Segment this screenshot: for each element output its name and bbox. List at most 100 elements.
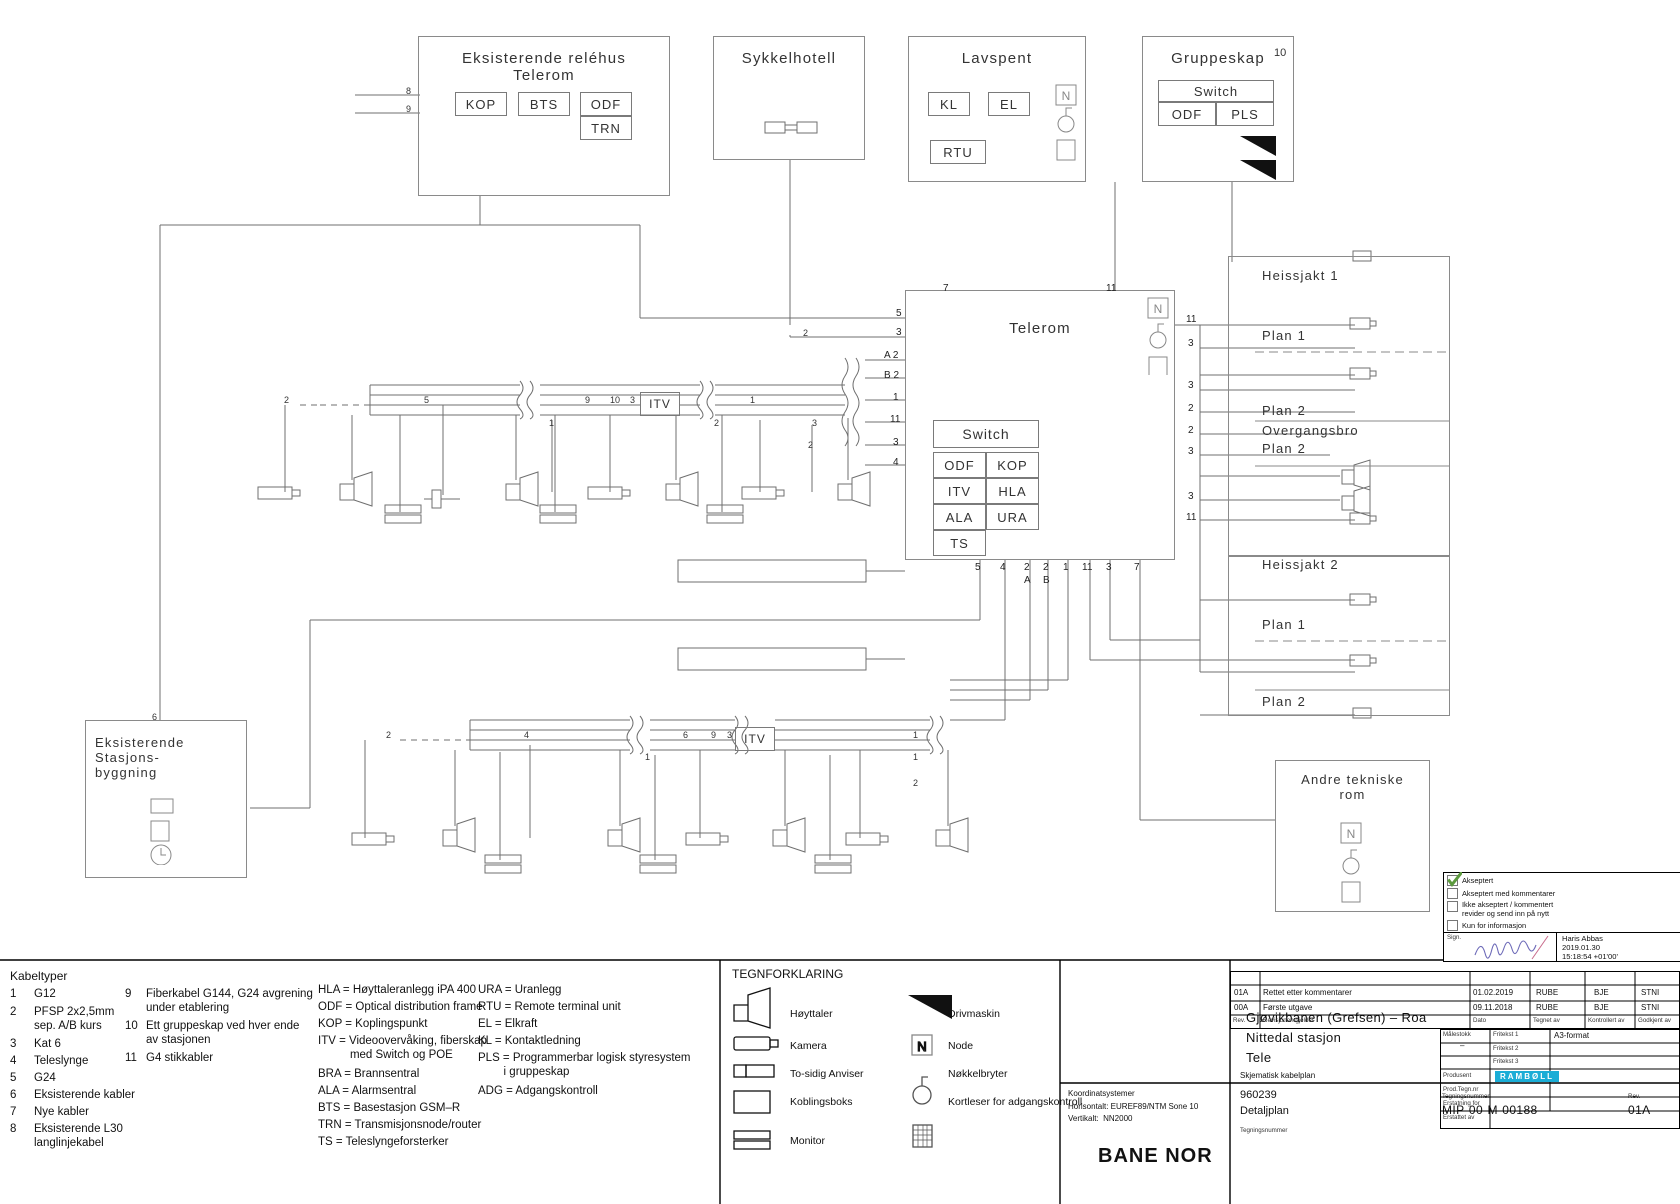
- coordinate-line-2: Vertikalt: NN2000: [1068, 1114, 1133, 1123]
- mark-bottom-5: 5: [975, 562, 981, 573]
- abbr-el: EL = Elkraft: [478, 1018, 538, 1030]
- mark-up-3b: 3: [812, 418, 818, 428]
- mark-up-10: 10: [610, 395, 621, 405]
- erstattet-label: Erstattet av: [1443, 1114, 1475, 1121]
- mark-up-2d: 2: [803, 328, 809, 338]
- revtab-head-desc: Revisjonen gjelder: [1263, 1017, 1314, 1024]
- abbr-odf: ODF = Optical distribution frame: [318, 1001, 483, 1013]
- stamp-option-0[interactable]: Akseptert: [1447, 872, 1680, 887]
- revtab-r1-rev: 01A: [1234, 988, 1249, 997]
- mark-right-3a: 3: [1188, 338, 1194, 349]
- signer-time: 15:18:54 +01'00': [1562, 952, 1618, 961]
- legend-label-kortleser: Kortleser for adgangskontroll: [948, 1096, 1083, 1108]
- mark-right-11a: 11: [1186, 314, 1197, 325]
- cabletype-7-no: 7: [10, 1106, 17, 1118]
- abbr-bts: BTS = Basestasjon GSM–R: [318, 1102, 461, 1114]
- title-line-2: Nittedal stasjon: [1246, 1030, 1342, 1045]
- mark-telerom-3b: 3: [893, 437, 899, 448]
- mark-right-11b: 11: [1186, 512, 1197, 523]
- checkbox-kun-informasjon[interactable]: [1447, 920, 1458, 932]
- cabletype-4-text: Teleslynge: [34, 1055, 89, 1067]
- mark-telerom-a2: A 2: [884, 350, 899, 361]
- free-text-1-label: Fritekst 1: [1493, 1031, 1519, 1038]
- revtab-r2-drawn: RUBE: [1536, 1003, 1559, 1012]
- legend-label-anviser: To-sidig Anviser: [790, 1068, 864, 1080]
- mark-right-2a: 2: [1188, 403, 1194, 414]
- approval-stamp[interactable]: Akseptert Akseptert med kommentarer Ikke…: [1443, 872, 1680, 962]
- cabletype-10-text: Ett gruppeskap ved hver ende av stasjone…: [146, 1020, 300, 1047]
- scale-value: –: [1460, 1041, 1465, 1050]
- mark-right-3b: 3: [1188, 380, 1194, 391]
- mark-right-3d: 3: [1188, 491, 1194, 502]
- sign-label: Sign.: [1447, 934, 1462, 941]
- cabletype-7-text: Nye kabler: [34, 1106, 89, 1118]
- cabletype-5-no: 5: [10, 1072, 17, 1084]
- mark-lo-4: 4: [524, 730, 530, 740]
- cabletype-5-text: G24: [34, 1072, 56, 1084]
- stamp-option-3[interactable]: Kun for informasjon: [1447, 920, 1680, 932]
- abbr-itv: ITV = Videoovervåking, fiberskap med Swi…: [318, 1035, 487, 1062]
- mark-bottom-2b: 2: [1043, 562, 1049, 573]
- mark-right-2b: 2: [1188, 425, 1194, 436]
- ramboll-logo: RAMBØLL: [1495, 1071, 1559, 1082]
- signature-icon: [1474, 935, 1549, 960]
- revtab-head-checked: Kontrollert av: [1588, 1017, 1625, 1024]
- revtab-head-rev: Rev.: [1233, 1017, 1246, 1024]
- revtab-r1-desc: Rettet etter kommentarer: [1263, 988, 1352, 997]
- abbr-kl: KL = Kontaktledning: [478, 1035, 581, 1047]
- cabletype-1-no: 1: [10, 988, 17, 1000]
- coordinate-line-1: Horisontalt: EUREF89/NTM Sone 10: [1068, 1102, 1199, 1111]
- revtab-r1-date: 01.02.2019: [1473, 988, 1514, 997]
- abbr-adg: ADG = Adgangskontroll: [478, 1085, 598, 1097]
- mark-telerom-5: 5: [896, 308, 902, 319]
- legend-label-nokkelbryter: Nøkkelbryter: [948, 1068, 1008, 1080]
- cabletype-3-text: Kat 6: [34, 1038, 61, 1050]
- stamp-option-1[interactable]: Akseptert med kommentarer: [1447, 888, 1680, 899]
- cabletype-11-no: 11: [125, 1052, 137, 1064]
- revtab-r2-rev: 00A: [1234, 1003, 1249, 1012]
- mark-bottom-7: 7: [1134, 562, 1140, 573]
- metadata-table-frame: [1440, 1029, 1680, 1129]
- revtab-head-drawn: Tegnet av: [1533, 1017, 1560, 1024]
- free-text-2-label: Fritekst 2: [1493, 1045, 1519, 1052]
- legend-label-kamera: Kamera: [790, 1040, 827, 1052]
- drawing-sheet: Eksisterende reléhus Telerom KOP BTS ODF…: [0, 0, 1680, 1204]
- coordinate-heading: Koordinatsystemer: [1068, 1089, 1135, 1098]
- free-text-3-label: Fritekst 3: [1493, 1058, 1519, 1065]
- mark-up-9: 9: [585, 395, 591, 405]
- mark-bottom-1: 1: [1063, 562, 1069, 573]
- cabletype-2-text: PFSP 2x2,5mm sep. A/B kurs: [34, 1006, 115, 1033]
- stamp-label-1: Akseptert med kommentarer: [1462, 889, 1556, 898]
- plan-type: Detaljplan: [1240, 1105, 1289, 1117]
- mark-up-2b: 2: [714, 418, 720, 428]
- abbr-pls: PLS = Programmerbar logisk styresystem i…: [478, 1052, 691, 1079]
- cabletype-3-no: 3: [10, 1038, 17, 1050]
- tegningsnummer-label: Tegningsnummer: [1240, 1127, 1288, 1134]
- mark-telerom-11: 11: [890, 414, 901, 425]
- mark-telerom-3a: 3: [896, 327, 902, 338]
- mark-telerom-top-7: 7: [943, 283, 949, 294]
- checkbox-akseptert[interactable]: [1447, 872, 1462, 887]
- stamp-signature-row: Sign. Haris Abbas 2019.01.30 15:18:54 +0…: [1444, 932, 1680, 962]
- cabletype-8-text: Eksisterende L30 langlinjekabel: [34, 1123, 123, 1150]
- subtitle: Skjematisk kabelplan: [1240, 1071, 1316, 1080]
- mark-bottom-11: 11: [1082, 562, 1093, 573]
- mark-lo-9: 9: [711, 730, 717, 740]
- mark-up-2c: 2: [808, 440, 814, 450]
- mark-up-3: 3: [630, 395, 636, 405]
- mark-telerom-b2: B 2: [884, 370, 900, 381]
- svg-text:N: N: [917, 1039, 926, 1054]
- mark-bottom-4: 4: [1000, 562, 1006, 573]
- revtab-r1-drawn: RUBE: [1536, 988, 1559, 997]
- abbr-bra: BRA = Brannsentral: [318, 1068, 420, 1080]
- checkbox-akseptert-kommentarer[interactable]: [1447, 888, 1458, 899]
- legend-label-node: Node: [948, 1040, 974, 1052]
- stamp-label-3: Kun for informasjon: [1462, 921, 1527, 931]
- abbr-ura: URA = Uranlegg: [478, 984, 562, 996]
- stamp-label-0: Akseptert: [1462, 876, 1494, 885]
- stamp-option-2[interactable]: Ikke akseptert / kommentert revider og s…: [1447, 900, 1680, 918]
- checkbox-ikke-akseptert[interactable]: [1447, 901, 1458, 912]
- cabletype-6-text: Eksisterende kabler: [34, 1089, 135, 1101]
- mark-lo-2a: 2: [386, 730, 392, 740]
- abbr-rtu: RTU = Remote terminal unit: [478, 1001, 621, 1013]
